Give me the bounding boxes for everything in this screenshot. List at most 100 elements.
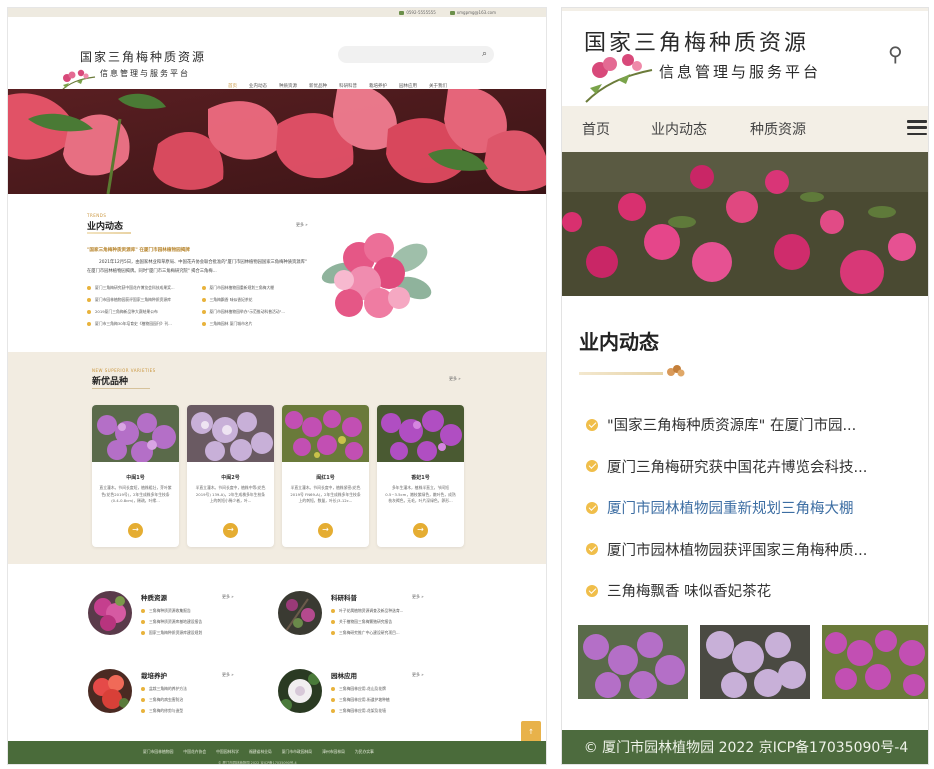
list-item[interactable]: 三角梅种质资源库基地建设报告 <box>141 616 202 627</box>
bullet-icon <box>87 310 91 314</box>
list-item[interactable]: "国家三角梅种质资源库" 在厦门市园... <box>586 404 867 446</box>
footer-link[interactable]: 厦门市园林植物园 <box>143 749 173 755</box>
phone-info[interactable]: 0592-5555555 <box>399 10 436 15</box>
footer-link[interactable]: 中国花卉协会 <box>183 749 206 755</box>
list-item[interactable]: 盆栽三角梅的养护方法 <box>141 683 187 694</box>
bougainvillea-banner-image <box>562 152 928 296</box>
variety-card[interactable]: 中闽2号 半直立灌木。节间长度中，植株中等(花色2019号) 139-A)，2年… <box>187 405 274 547</box>
arrow-right-icon[interactable]: → <box>128 523 143 538</box>
variety-thumbnail[interactable] <box>578 625 688 699</box>
arrow-right-icon[interactable]: → <box>413 523 428 538</box>
nav-news[interactable]: 业内动态 <box>651 119 707 139</box>
category-more-link[interactable]: 更多 » <box>412 594 424 600</box>
category-title[interactable]: 科研科普 <box>331 592 357 602</box>
category-list: 盆栽三角梅的养护方法 三角梅的病虫害防治 三角梅的修剪与造型 <box>141 683 187 716</box>
category-more-link[interactable]: 更多 » <box>222 594 234 600</box>
variety-card[interactable]: 闽红1号 半直立灌木。节间长度中，植株紧密(花色2019号 FN69-A)，2年… <box>282 405 369 547</box>
footer-link[interactable]: 漳州市园林局 <box>322 749 345 755</box>
variety-card[interactable]: 香妃1号 多年生灌木，植株半直立，节间短0.5~3.5cm，嫩枝紫绿色，嫩叶色，… <box>377 405 464 547</box>
bullet-icon <box>87 322 91 326</box>
news-item[interactable]: 三角梅园林 厦门城市名片 <box>201 321 313 327</box>
news-item-text: 三角梅飘香 味似香妃茶花 <box>209 297 253 302</box>
variety-thumbnail[interactable] <box>822 625 929 699</box>
list-item[interactable]: 三角梅研究推广中心建设研究项目... <box>331 627 403 638</box>
category-photo[interactable] <box>88 669 132 713</box>
news-item[interactable]: 厦门市园林植物园重新规划三角梅大棚 <box>201 285 313 291</box>
list-item[interactable]: 三角梅园林应用-街道护坡种植 <box>331 694 390 705</box>
list-item-text: "国家三角梅种质资源库" 在厦门市园... <box>607 418 857 435</box>
list-item[interactable]: 三角梅飘香 味似香妃茶花 <box>586 570 867 612</box>
bullet-icon <box>141 697 145 702</box>
bullet-icon <box>331 697 335 702</box>
list-item-text: 三角梅种质资源库基地建设报告 <box>149 618 203 624</box>
category-landscape: 园林应用 更多 » 三角梅园林应用-花山及花牌 三角梅园林应用-街道护坡种植 三… <box>278 669 468 729</box>
varieties-more-link[interactable]: 更多 » <box>449 376 461 382</box>
category-title[interactable]: 园林应用 <box>331 670 357 680</box>
nav-germplasm[interactable]: 种质资源 <box>750 119 806 139</box>
desktop-page: 0592-5555555 xmgpmg@163.com 国家三角梅种质资源 信息… <box>7 7 547 765</box>
arrow-right-icon[interactable]: → <box>318 523 333 538</box>
category-photo[interactable] <box>278 669 322 713</box>
site-footer: 厦门市园林植物园 中国花卉协会 中国园林科学 福建省林业局 厦门市市政园林局 漳… <box>8 741 546 765</box>
list-item[interactable]: 厦门三角梅研究获中国花卉博览会科技... <box>586 446 867 488</box>
bullet-icon <box>331 608 335 613</box>
category-more-link[interactable]: 更多 » <box>412 672 424 678</box>
list-item[interactable]: 厦门市园林植物园获评国家三角梅种质... <box>586 529 867 571</box>
mobile-footer: © 厦门市园林植物园 2022 京ICP备17035090号-4 <box>562 730 928 764</box>
list-item[interactable]: 三角梅园林应用-花山及花牌 <box>331 683 390 694</box>
site-header: 国家三角梅种质资源 信息管理与服务平台 ⌕ 首页 业内动态 种质资源 新优品种 … <box>8 17 546 92</box>
news-headline[interactable]: "国家三角梅种质资源库" 在厦门市园林植物园揭牌 <box>87 247 190 253</box>
bullet-icon <box>201 298 206 302</box>
bullet-icon <box>331 708 335 713</box>
mail-icon <box>449 10 455 15</box>
section-underline <box>579 372 663 375</box>
news-item-text: 厦门市园林植物园举办"示范推动科普活动"... <box>209 309 285 314</box>
search-icon[interactable]: ⌕ <box>482 49 487 59</box>
news-item[interactable]: 2019厦门三角梅新品种大赛结果公布 <box>87 309 198 315</box>
site-title[interactable]: 国家三角梅种质资源 <box>80 48 206 65</box>
mobile-top-strip <box>562 8 928 11</box>
category-title[interactable]: 栽培养护 <box>141 670 167 680</box>
news-item[interactable]: 厦门市园林植物园获评国家三角梅种质资源库 <box>87 297 198 303</box>
phone-text: 0592-5555555 <box>406 10 436 15</box>
footer-link[interactable]: 中国园林科学 <box>216 749 239 755</box>
list-item[interactable]: 关于植物园三角梅繁殖研究报告 <box>331 616 403 627</box>
footer-link[interactable]: 厦门市市政园林局 <box>282 749 312 755</box>
list-item[interactable]: 叶子花属植物资源调查及新品种选育... <box>331 605 403 616</box>
hamburger-menu-icon[interactable] <box>907 120 927 135</box>
list-item-text: 厦门市园林植物园获评国家三角梅种质... <box>607 542 868 559</box>
news-title-underline <box>87 232 131 234</box>
list-item[interactable]: 厦门市园林植物园重新规划三角梅大棚 <box>586 487 867 529</box>
list-item[interactable]: 三角梅的修剪与造型 <box>141 705 187 716</box>
category-photo[interactable] <box>278 591 322 635</box>
bullet-icon <box>141 619 145 624</box>
list-item[interactable]: 国家三角梅种质资源库建设规划 <box>141 627 202 638</box>
search-input[interactable]: ⌕ <box>338 46 494 63</box>
email-info[interactable]: xmgpmg@163.com <box>449 10 496 15</box>
footer-link[interactable]: 福建省林业局 <box>249 749 272 755</box>
news-item[interactable]: 厦门市园林植物园举办"示范推动科普活动"... <box>201 309 313 315</box>
bullet-icon <box>331 619 335 624</box>
news-item[interactable]: 厦门三角梅研究获中国花卉博览会科技成果奖... <box>87 285 198 291</box>
variety-card[interactable]: 中闽1号 直立灌木。节间长度短，植株粗壮，芽叶紫色(花色2019号)，2年生成株… <box>92 405 179 547</box>
category-title[interactable]: 种质资源 <box>141 592 167 602</box>
list-item[interactable]: 三角梅的病虫害防治 <box>141 694 187 705</box>
variety-thumbnail[interactable] <box>700 625 810 699</box>
list-item-text: 三角梅研究推广中心建设研究项目... <box>339 629 400 635</box>
search-icon[interactable]: ⚲ <box>888 42 903 66</box>
news-more-link[interactable]: 更多 » <box>296 222 308 228</box>
list-item[interactable]: 三角梅园林应用-花架及花墙 <box>331 705 390 716</box>
list-item[interactable]: 三角梅种质资源收集报告 <box>141 605 202 616</box>
nav-home[interactable]: 首页 <box>582 119 610 139</box>
varieties-title: 新优品种 <box>92 377 129 387</box>
category-more-link[interactable]: 更多 » <box>222 672 234 678</box>
category-photo[interactable] <box>88 591 132 635</box>
news-title: 业内动态 <box>87 222 124 232</box>
variety-photo <box>377 405 464 462</box>
footer-link[interactable]: 为民办实事 <box>355 749 374 755</box>
news-item[interactable]: 厦门市三角梅30年培育史《植物园园刊》刊... <box>87 321 198 327</box>
email-text: xmgpmg@163.com <box>456 10 496 15</box>
news-item[interactable]: 三角梅飘香 味似香妃茶花 <box>201 297 313 303</box>
arrow-right-icon[interactable]: → <box>223 523 238 538</box>
footer-copyright: © 厦门市园林植物园 2022 京ICP备17035090号-4 <box>218 761 297 765</box>
